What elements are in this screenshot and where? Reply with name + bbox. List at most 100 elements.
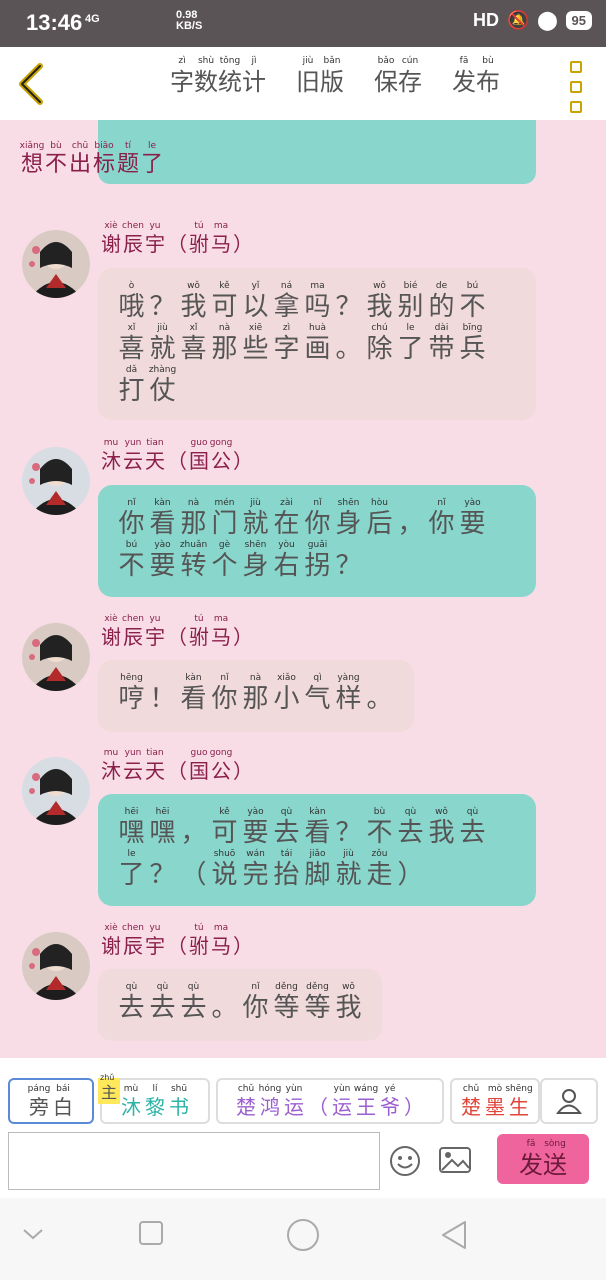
char-cell: zǒu 走 [364, 848, 395, 890]
hanzi: 去 [273, 818, 300, 848]
message-bubble[interactable]: nǐ 你 kàn 看 nà 那 mén 门 jiù 就 zài 在 nǐ 你 shēn 身 hòu 后， nǐ 你 yà… [98, 485, 536, 597]
pinyin: kàn [309, 807, 326, 817]
char-cell: ） [232, 613, 254, 649]
hanzi: 走 [366, 860, 393, 890]
char-cell: jì 计 [242, 55, 266, 97]
pinyin: wǒ [435, 807, 448, 817]
avatar[interactable] [22, 623, 90, 691]
char-cell: tái 抬 [271, 848, 302, 890]
char-cell: kě 可 [209, 280, 240, 322]
hanzi: 你 [428, 509, 455, 539]
role-chip[interactable]: chǔ 楚 mò 墨 shēng 生 [450, 1078, 540, 1124]
char-cell: xiè 谢 [100, 922, 122, 958]
hanzi: （ [167, 232, 187, 256]
message-bubble[interactable]: ò 哦？ wǒ 我 kě 可 yǐ 以 ná 拿 ma 吗？ wǒ 我 bié 别 de 的 bú 不 xǐ 喜 jiù 就 x… [98, 268, 536, 420]
old-version-button[interactable]: jiù 旧 bǎn 版 [296, 55, 344, 97]
nav-home-icon[interactable] [286, 1218, 320, 1256]
pinyin: zài [280, 498, 293, 508]
pinyin: xiè [104, 221, 118, 231]
hanzi: 去 [459, 818, 486, 848]
hanzi: 你 [211, 684, 238, 714]
pinyin: biāo [94, 141, 114, 151]
publish-button[interactable]: fā 发 bù 布 [452, 55, 500, 97]
char-cell: 。 [333, 322, 364, 364]
avatar[interactable] [22, 757, 90, 825]
hanzi: ？ [149, 860, 176, 890]
pinyin: tian [146, 438, 164, 448]
pinyin: zǒu [371, 849, 388, 859]
char-cell: bīng 兵 [457, 322, 488, 364]
hanzi: 宇 [145, 934, 165, 958]
hanzi: （ [167, 449, 187, 473]
pinyin: de [435, 281, 448, 291]
message-bubble[interactable]: hēng 哼！ kàn 看 nǐ 你 nà 那 xiǎo 小 qì 气 yàng 样。 [98, 660, 414, 732]
role-chip[interactable]: páng 旁 bái 白 [8, 1078, 94, 1124]
hanzi: 个 [211, 551, 238, 581]
avatar[interactable] [22, 932, 90, 1000]
hanzi: 画 [304, 334, 331, 364]
hanzi: ） [233, 625, 253, 649]
pinyin: yào [154, 540, 171, 550]
hanzi: 出 [68, 152, 91, 177]
hanzi: 看 [180, 684, 207, 714]
char-cell: cún 存 [398, 55, 422, 97]
pinyin: sòng [544, 1139, 566, 1149]
pinyin: jiù [250, 498, 261, 508]
hanzi: 嘿 [118, 818, 145, 848]
word-count-button[interactable]: zì 字 shù 数 tǒng 统 jì 计 [170, 55, 266, 97]
char-cell: bù 不 [364, 806, 395, 848]
pinyin: děng [275, 982, 298, 992]
char-cell: zhuǎn 转 [178, 539, 209, 581]
char-cell: 。 [364, 672, 395, 714]
hanzi: 公 [211, 449, 231, 473]
hanzi: 就 [149, 334, 176, 364]
pinyin: wǒ [187, 281, 200, 291]
message-bubble[interactable]: hēi 嘿 hēi 嘿， kě 可 yào 要 qù 去 kàn 看？ bù 不 qù 去 wǒ 我 qù 去 le 了？… [98, 794, 536, 906]
hanzi: 谢 [101, 232, 121, 256]
char-cell: shēn 身 [333, 497, 364, 539]
role-chip[interactable]: chǔ 楚 hóng 鸿 yùn 运（yùn 运 wáng 王 yé 爷） [216, 1078, 444, 1124]
nav-recents-icon[interactable] [138, 1220, 164, 1250]
user-icon[interactable] [540, 1078, 598, 1124]
char-cell: wáng 王 [354, 1083, 378, 1119]
hd-indicator: HD [472, 10, 499, 30]
message-input[interactable] [8, 1132, 380, 1190]
avatar[interactable] [22, 230, 90, 298]
chat-area[interactable]: xiǎng 想 bù 不 chū 出 biāo 标 tí 题 le 了 xiè 谢 chen 辰 yu 宇（tú… [0, 120, 606, 1058]
image-icon[interactable] [438, 1146, 472, 1178]
speaker-name: mu 沐 yun 云 tian 天（guo 国 gong 公） [100, 437, 254, 473]
hanzi: 楚 [236, 1095, 256, 1119]
pinyin: kàn [185, 673, 202, 683]
char-cell: ？ [147, 280, 178, 322]
pinyin: ma [213, 614, 229, 624]
save-button[interactable]: bǎo 保 cún 存 [374, 55, 422, 97]
hanzi: 王 [356, 1095, 376, 1119]
char-cell: nǐ 你 [209, 672, 240, 714]
emoji-icon[interactable] [388, 1144, 422, 1182]
message-bubble[interactable]: qù 去 qù 去 qù 去。 nǐ 你 děng 等 děng 等 wǒ 我 [98, 969, 382, 1041]
pinyin: yu [149, 614, 161, 624]
hanzi: 可 [211, 818, 238, 848]
nav-collapse-icon[interactable] [22, 1226, 44, 1245]
pinyin: ma [213, 923, 229, 933]
send-button[interactable]: fā 发 sòng 送 [497, 1134, 589, 1184]
back-chevron-icon[interactable] [16, 63, 46, 109]
pinyin: xiè [104, 614, 118, 624]
char-cell: tian 天 [144, 437, 166, 473]
pinyin: jiǎo [309, 849, 326, 859]
pinyin: jiù [157, 323, 168, 333]
hanzi: 沐 [121, 1095, 141, 1119]
hanzi: 看 [304, 818, 331, 848]
pinyin: qù [466, 807, 479, 817]
hanzi: 去 [397, 818, 424, 848]
pinyin: chǔ [462, 1084, 480, 1094]
char-cell: tǒng 统 [218, 55, 242, 97]
hanzi: 旧 [296, 68, 320, 96]
char-cell: dǎ 打 [116, 364, 147, 406]
hanzi: 那 [180, 509, 207, 539]
avatar[interactable] [22, 447, 90, 515]
nav-back-icon[interactable] [440, 1220, 468, 1254]
hanzi: 等 [273, 993, 300, 1023]
kebab-menu-icon[interactable] [570, 61, 582, 113]
status-right: HD 🔕 ⬤ 95 [473, 10, 592, 31]
